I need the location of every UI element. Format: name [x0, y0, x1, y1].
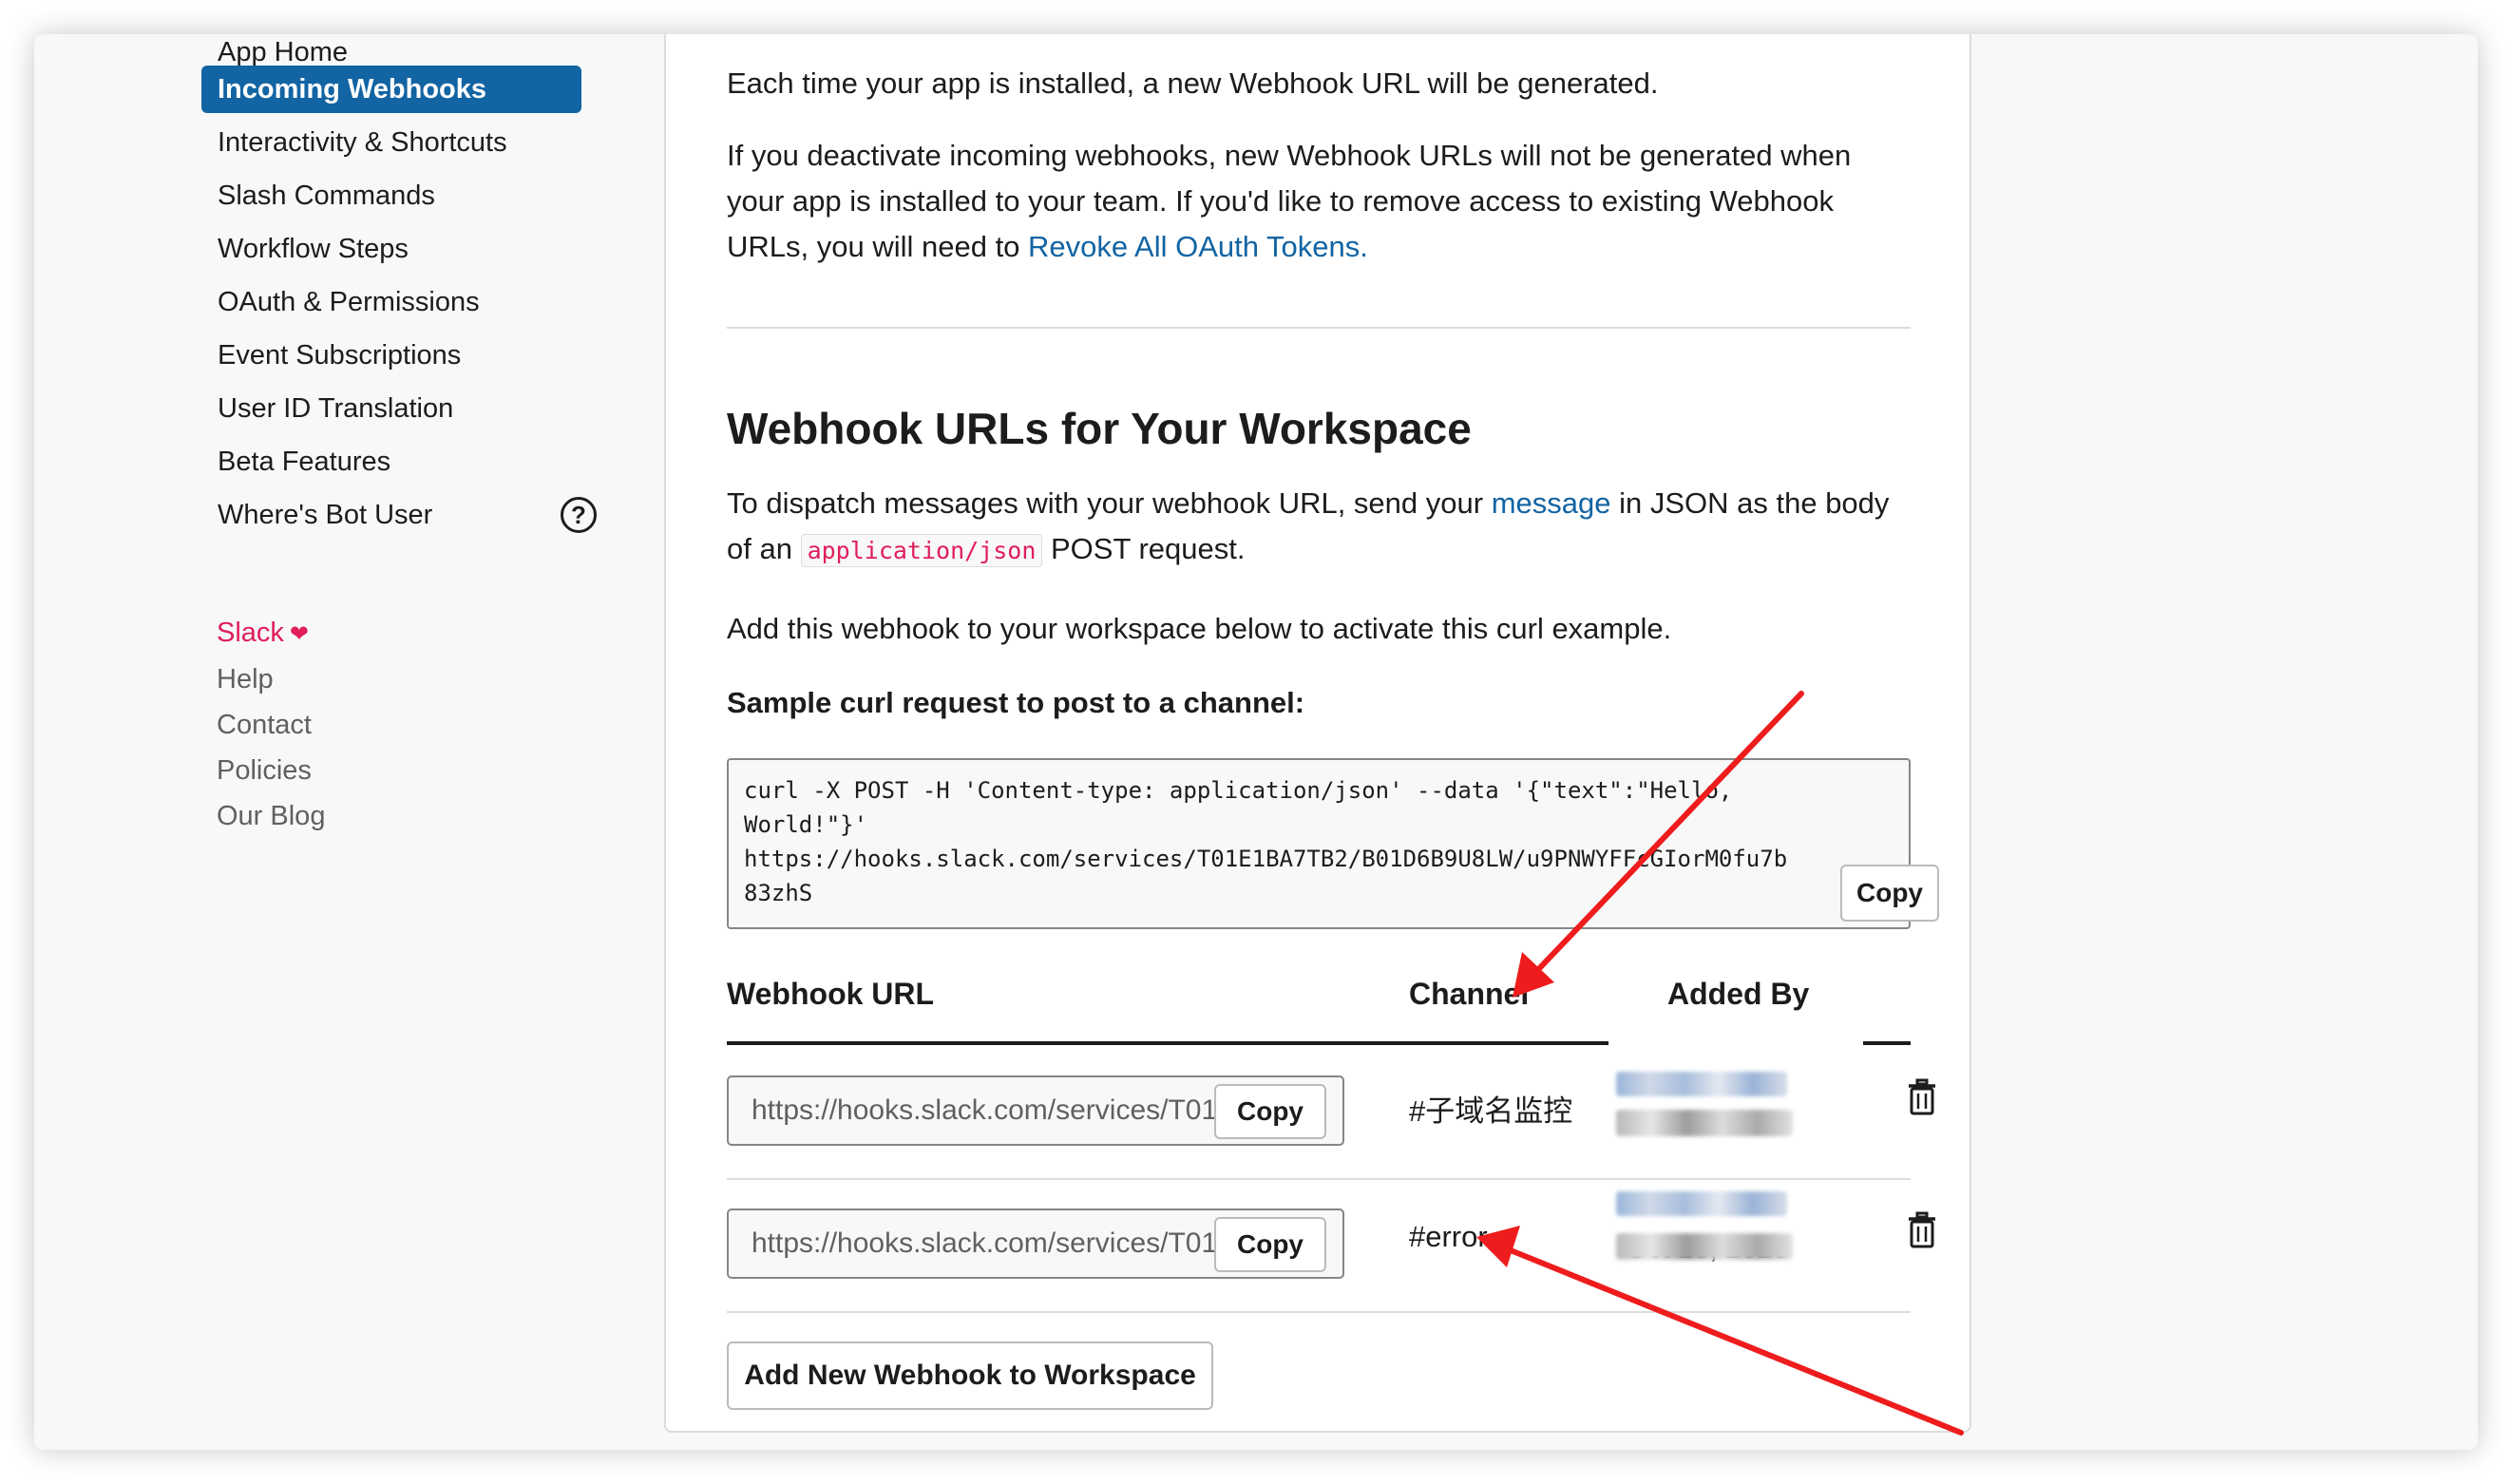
sidebar-item-slash-commands[interactable]: Slash Commands — [201, 172, 581, 219]
copy-url-button[interactable]: Copy — [1214, 1217, 1326, 1272]
table-header-underline — [727, 1041, 1608, 1045]
revoke-tokens-link[interactable]: Revoke All OAuth Tokens. — [1028, 230, 1368, 263]
footer-link-contact[interactable]: Contact — [217, 710, 312, 741]
slack-link[interactable]: Slack ❤ — [217, 618, 309, 649]
footer-link-policies[interactable]: Policies — [217, 755, 312, 787]
section-divider — [727, 327, 1911, 329]
dispatch-text-pre: To dispatch messages with your webhook U… — [727, 486, 1492, 520]
curl-code-block: curl -X POST -H 'Content-type: applicati… — [727, 758, 1911, 929]
sidebar: App Home Incoming Webhooks Interactivity… — [34, 34, 671, 1450]
activate-note: Add this webhook to your workspace below… — [727, 612, 1672, 645]
column-header-added-by: Added By — [1667, 977, 1810, 1011]
main-panel: Each time your app is installed, a new W… — [664, 34, 1971, 1433]
section-heading: Webhook URLs for Your Workspace — [727, 404, 1472, 453]
sidebar-item-workflow-steps[interactable]: Workflow Steps — [201, 225, 581, 273]
table-header-underline — [1863, 1041, 1911, 1045]
sidebar-item-label: Where's Bot User — [218, 500, 433, 530]
code-line: https://hooks.slack.com/services/T01E1BA… — [744, 846, 1788, 872]
redacted-user — [1616, 1072, 1787, 1096]
webhook-url-value: https://hooks.slack.com/services/T01E1BA… — [752, 1094, 1236, 1126]
row-divider — [727, 1311, 1911, 1313]
app-window: App Home Incoming Webhooks Interactivity… — [34, 34, 2478, 1450]
code-line: curl -X POST -H 'Content-type: applicati… — [744, 777, 1733, 804]
intro-text: Each time your app is installed, a new W… — [727, 67, 1659, 100]
webhook-url-value: https://hooks.slack.com/services/T01E1BA… — [752, 1227, 1236, 1259]
footer-link-blog[interactable]: Our Blog — [217, 801, 325, 832]
added-by-redacted — [1616, 1062, 1797, 1148]
add-webhook-button[interactable]: Add New Webhook to Workspace — [727, 1341, 1213, 1410]
column-header-webhook-url: Webhook URL — [727, 977, 935, 1011]
content-type-code: application/json — [800, 534, 1043, 567]
sample-curl-label: Sample curl request to post to a channel… — [727, 686, 1305, 719]
column-header-channel: Channel — [1409, 977, 1530, 1011]
added-by-redacted — [1616, 1186, 1797, 1271]
sidebar-item-incoming-webhooks[interactable]: Incoming Webhooks — [201, 66, 581, 113]
copy-url-button[interactable]: Copy — [1214, 1084, 1326, 1139]
sidebar-item-oauth[interactable]: OAuth & Permissions — [201, 278, 581, 326]
slack-label: Slack — [217, 618, 284, 648]
channel-name: #子域名监控 — [1409, 1094, 1573, 1128]
message-link[interactable]: message — [1492, 486, 1611, 520]
sidebar-item-beta-features[interactable]: Beta Features — [201, 438, 581, 485]
heart-icon: ❤ — [289, 621, 310, 647]
row-divider — [727, 1178, 1911, 1180]
sidebar-item-event-subscriptions[interactable]: Event Subscriptions — [201, 332, 581, 379]
help-circle-icon[interactable]: ? — [561, 497, 597, 533]
dispatch-text-post: POST request. — [1042, 532, 1246, 565]
dispatch-text: To dispatch messages with your webhook U… — [727, 481, 1914, 574]
redacted-user — [1616, 1191, 1787, 1216]
trash-icon[interactable] — [1908, 1078, 1936, 1116]
trash-icon[interactable] — [1908, 1211, 1936, 1249]
code-line: 83zhS — [744, 880, 813, 906]
copy-curl-button[interactable]: Copy — [1840, 865, 1939, 922]
code-line: World!"}' — [744, 811, 868, 838]
sidebar-item-interactivity[interactable]: Interactivity & Shortcuts — [201, 119, 581, 166]
channel-name: #error — [1409, 1220, 1488, 1253]
redacted-date — [1616, 1110, 1793, 1136]
sidebar-item-bot-user[interactable]: Where's Bot User ? — [201, 491, 597, 539]
redacted-date — [1616, 1233, 1793, 1260]
footer-link-help[interactable]: Help — [217, 664, 274, 695]
deactivate-text: If you deactivate incoming webhooks, new… — [727, 133, 1914, 270]
sidebar-item-user-id-translation[interactable]: User ID Translation — [201, 385, 581, 432]
